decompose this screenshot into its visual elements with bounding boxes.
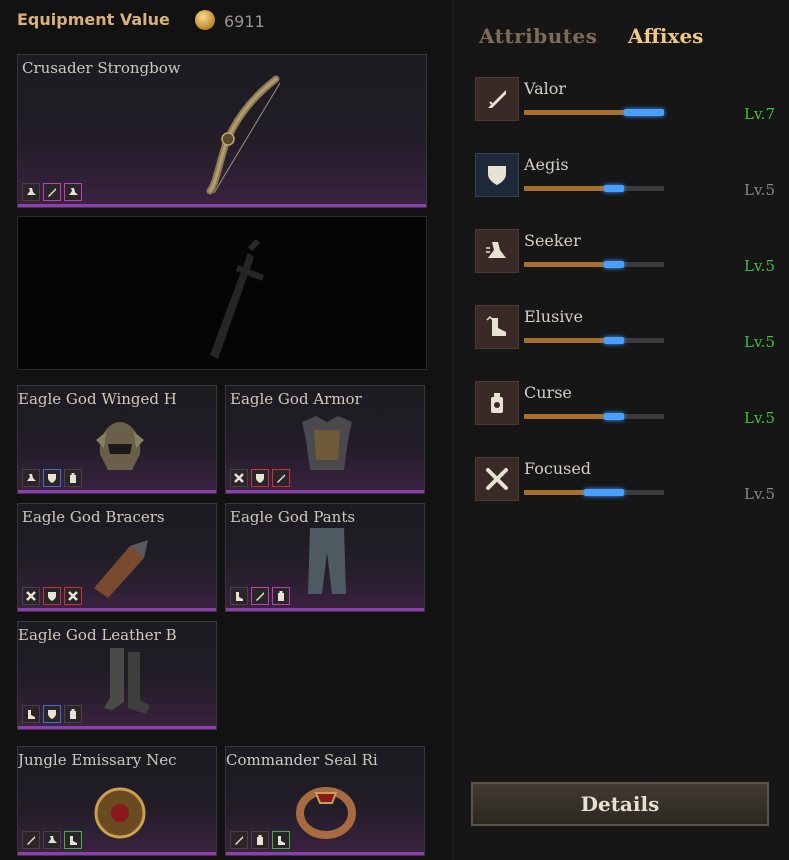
slot-valor-icon [251,587,269,605]
slot-valor-icon [43,183,61,201]
slot-elusive-icon [64,831,82,849]
slot-elusive-icon [22,705,40,723]
affix-name: Aegis [524,155,569,174]
affix-level: Lv.5 [744,181,775,199]
gold-coin-icon [195,10,215,30]
affix-level: Lv.5 [744,409,775,427]
equipment-panel: Equipment Value 6911 Crusader Strongbow … [0,0,452,860]
affix-progress-bar [524,109,664,116]
equipment-card-chest[interactable]: Eagle God Armor [225,385,425,494]
slot-curse-icon [64,705,82,723]
equipment-value: 6911 [224,12,265,31]
slot-elusive-icon [272,831,290,849]
sword-icon [475,77,519,121]
equipment-card-boots[interactable]: Eagle God Leather B [17,621,217,730]
slot-curse-icon [251,831,269,849]
item-name: Eagle God Winged H [18,390,177,408]
slot-seeker-icon [43,831,61,849]
item-name: Jungle Emissary Nec [18,751,177,769]
slot-aegis-icon [251,469,269,487]
bow-icon [206,75,281,195]
pants-icon [308,528,346,594]
affixes-panel: Attributes Affixes Valor Lv.7 Aegis Lv.5… [452,0,789,860]
slot-curse-icon [64,469,82,487]
shield-icon [475,153,519,197]
affix-level: Lv.5 [744,333,775,351]
affix-row-focused[interactable]: Focused Lv.5 [475,457,775,507]
affix-row-valor[interactable]: Valor Lv.7 [475,77,775,127]
affix-progress-bar [524,185,664,192]
affix-name: Elusive [524,307,583,326]
affix-row-seeker[interactable]: Seeker Lv.5 [475,229,775,279]
affix-name: Focused [524,459,592,478]
slot-valor-icon [22,831,40,849]
slot-focused-icon [22,587,40,605]
bracers-icon [94,540,148,598]
slot-curse-icon [272,587,290,605]
affix-progress-bar [524,413,664,420]
affix-row-aegis[interactable]: Aegis Lv.5 [475,153,775,203]
boots-icon [104,648,150,714]
equipment-card-necklace[interactable]: Jungle Emissary Nec [17,746,217,856]
running-boot-icon [475,229,519,273]
slot-elusive-icon [230,587,248,605]
affix-name: Valor [524,79,567,98]
affix-progress-bar [524,489,664,496]
slot-aegis-icon [43,587,61,605]
slot-aegis-icon [43,469,61,487]
equipment-card-ring[interactable]: Commander Seal Ri [225,746,425,856]
crossed-bones-icon [475,457,519,501]
slot-seeker-icon [64,183,82,201]
item-name: Eagle God Leather B [18,626,177,644]
slot-valor-icon [230,831,248,849]
affix-level: Lv.7 [744,105,775,123]
equipment-card-head[interactable]: Eagle God Winged H [17,385,217,494]
item-name: Eagle God Armor [230,390,362,408]
equipment-value-label: Equipment Value [17,10,170,29]
slot-seeker-icon [22,469,40,487]
armor-icon [302,416,352,470]
slot-seeker-icon [22,183,40,201]
item-name: Commander Seal Ri [226,751,378,769]
slot-aegis-icon [43,705,61,723]
equipment-card-weapon-main[interactable]: Crusader Strongbow [17,54,427,208]
affix-name: Curse [524,383,572,402]
helmet-icon [96,422,144,470]
affix-row-curse[interactable]: Curse Lv.5 [475,381,775,431]
affix-name: Seeker [524,231,581,250]
affix-progress-bar [524,261,664,268]
equipment-card-pants[interactable]: Eagle God Pants [225,503,425,612]
affix-progress-bar [524,337,664,344]
skull-potion-icon [475,381,519,425]
slot-focused-icon [230,469,248,487]
slot-valor-icon [272,469,290,487]
affix-level: Lv.5 [744,485,775,503]
dodge-foot-icon [475,305,519,349]
details-button[interactable]: Details [471,782,769,826]
equipment-card-weapon-off[interactable] [17,216,427,370]
necklace-icon [94,787,146,839]
affix-level: Lv.5 [744,257,775,275]
ring-icon [296,787,356,839]
tab-affixes[interactable]: Affixes [628,24,703,48]
equipment-card-bracers[interactable]: Eagle God Bracers [17,503,217,612]
sword-silhouette-icon [210,239,264,359]
item-name: Crusader Strongbow [22,59,181,77]
tab-attributes[interactable]: Attributes [479,24,598,48]
slot-focused-icon [64,587,82,605]
item-name: Eagle God Bracers [22,508,165,526]
affix-row-elusive[interactable]: Elusive Lv.5 [475,305,775,355]
